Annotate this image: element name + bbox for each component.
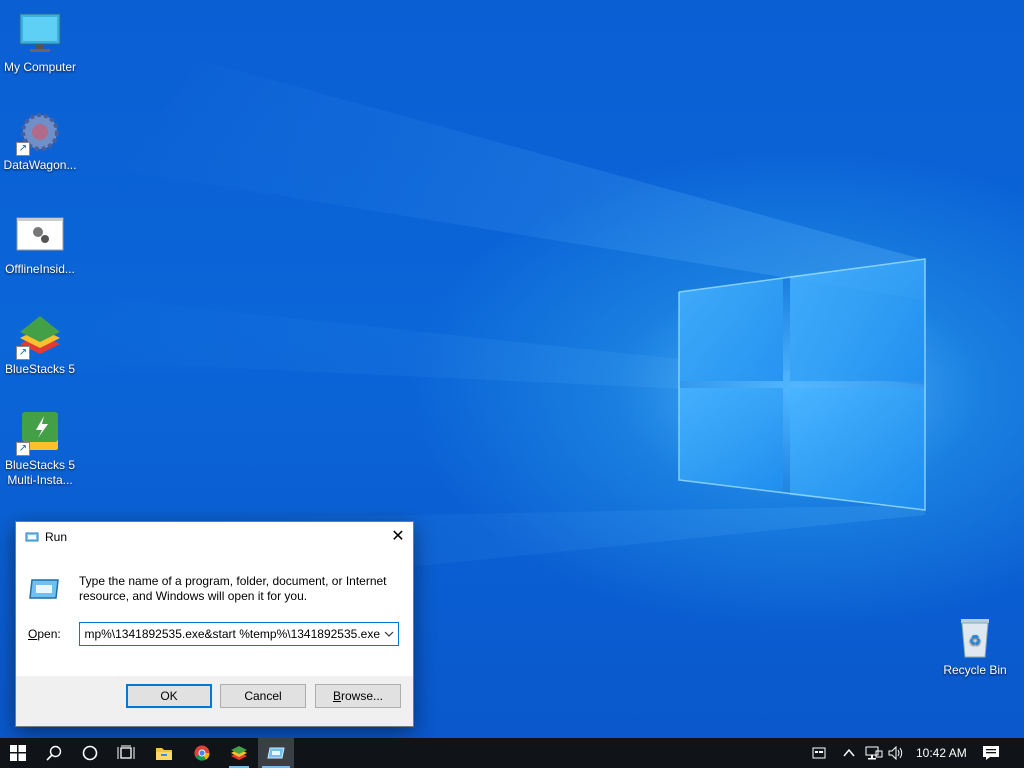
desktop-icon-datawagon[interactable]: ↗ DataWagon... (0, 108, 80, 173)
taskbar-run[interactable] (258, 738, 294, 768)
desktop-icon-recycle-bin[interactable]: ♻ Recycle Bin (935, 613, 1015, 678)
close-icon: ✕ (391, 528, 405, 545)
search-button[interactable] (36, 738, 72, 768)
close-button[interactable]: ✕ (383, 522, 413, 552)
desktop-icon-label: BlueStacks 5 (4, 362, 76, 376)
desktop-icon-label: BlueStacks 5 Multi-Insta... (4, 458, 76, 487)
network-button[interactable] (865, 738, 883, 768)
task-view-button[interactable] (108, 738, 144, 768)
cortana-icon (82, 745, 98, 761)
run-description: Type the name of a program, folder, docu… (79, 574, 387, 603)
open-combobox[interactable] (79, 622, 399, 646)
action-center-button[interactable] (982, 738, 1000, 768)
run-dialog-body: Type the name of a program, folder, docu… (16, 552, 413, 676)
speaker-icon (888, 745, 903, 761)
open-label: Open: (28, 627, 61, 641)
run-large-icon (28, 576, 60, 605)
cancel-button[interactable]: Cancel (220, 684, 306, 708)
taskbar-file-explorer[interactable] (146, 738, 182, 768)
start-button[interactable] (0, 738, 36, 768)
desktop-icon-label: My Computer (3, 60, 77, 74)
run-dialog-title: Run (45, 530, 68, 544)
run-icon (25, 530, 39, 547)
monitor-icon (16, 10, 64, 58)
search-icon (46, 745, 62, 761)
run-dialog[interactable]: Run ✕ Type the name of a program, folder… (15, 521, 414, 727)
chevron-up-icon (843, 748, 855, 757)
desktop-icon-bluestacks5[interactable]: ↗ BlueStacks 5 (0, 312, 80, 377)
shortcut-arrow-icon: ↗ (16, 142, 30, 156)
clock[interactable]: 10:42 AM (916, 738, 967, 768)
keyboard-icon (812, 747, 826, 759)
desktop-icon-label: Recycle Bin (943, 663, 1007, 677)
task-view-icon (117, 745, 135, 759)
desktop-icon-bluestacks-multi-instance[interactable]: ↗ BlueStacks 5 Multi-Insta... (0, 408, 80, 488)
browse-button[interactable]: Browse... (315, 684, 401, 708)
volume-button[interactable] (888, 738, 906, 768)
open-command-input[interactable] (80, 623, 384, 645)
gear-cluster-icon: ↗ (16, 108, 64, 156)
settings-window-icon (16, 212, 64, 260)
bluestacks-icon: ↗ (16, 312, 64, 360)
bluestacks-multi-instance-icon: ↗ (16, 408, 64, 456)
chevron-down-icon[interactable] (382, 626, 396, 642)
file-explorer-icon (156, 748, 172, 760)
desktop-icon-offlineinsider[interactable]: OfflineInsid... (0, 212, 80, 277)
bluestacks-icon (231, 746, 247, 760)
ok-button[interactable]: OK (126, 684, 212, 708)
input-indicator[interactable] (812, 738, 826, 768)
taskbar-chrome[interactable] (184, 738, 220, 768)
show-hidden-icons-button[interactable] (842, 738, 856, 768)
recycle-bin-icon: ♻ (951, 613, 999, 661)
taskbar-bluestacks[interactable] (221, 738, 257, 768)
desktop-icon-my-computer[interactable]: My Computer (0, 10, 80, 75)
desktop-icon-label: DataWagon... (3, 158, 77, 172)
notification-icon (983, 746, 999, 760)
taskbar: 10:42 AM (0, 738, 1024, 768)
run-dialog-titlebar[interactable]: Run ✕ (16, 522, 413, 552)
network-icon (865, 746, 883, 760)
chrome-icon (194, 745, 210, 761)
shortcut-arrow-icon: ↗ (16, 346, 30, 360)
cortana-button[interactable] (72, 738, 108, 768)
svg-text:♻: ♻ (969, 633, 982, 649)
shortcut-arrow-icon: ↗ (16, 442, 30, 456)
run-icon (267, 747, 285, 759)
desktop-icon-label: OfflineInsid... (5, 262, 75, 276)
windows-start-icon (10, 745, 26, 761)
